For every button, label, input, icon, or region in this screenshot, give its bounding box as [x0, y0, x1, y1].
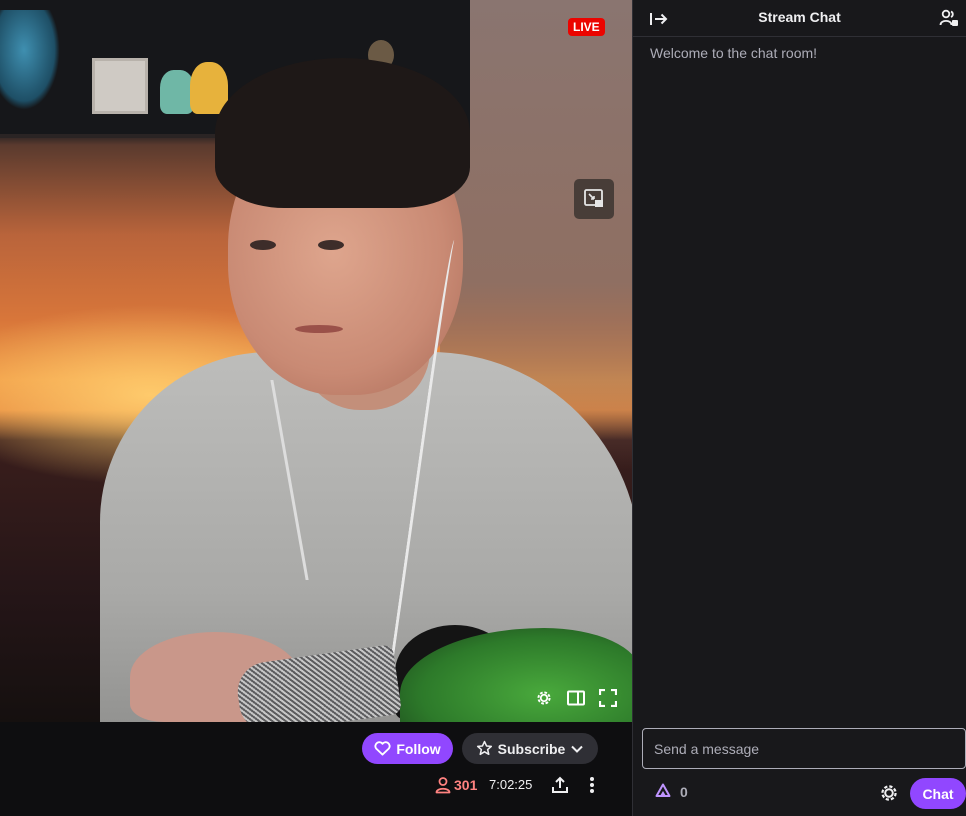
person-icon: [435, 777, 451, 794]
settings-icon: [881, 785, 897, 801]
viewer-count: 301: [434, 776, 477, 794]
fullscreen-button[interactable]: [598, 688, 618, 708]
channel-points-icon: [655, 783, 671, 797]
chat-welcome-message: Welcome to the chat room!: [650, 45, 818, 61]
settings-icon: [537, 691, 551, 705]
theatre-mode-icon: [567, 690, 585, 706]
video-player[interactable]: LIVE: [0, 0, 632, 722]
fullscreen-icon: [599, 689, 617, 707]
picture-in-picture-button[interactable]: [574, 179, 614, 219]
chat-title: Stream Chat: [758, 9, 841, 25]
theatre-mode-button[interactable]: [566, 688, 586, 708]
star-icon: [476, 740, 492, 756]
subscribe-button[interactable]: Subscribe: [462, 733, 598, 764]
follow-button[interactable]: Follow: [362, 733, 453, 764]
community-button[interactable]: [939, 8, 959, 28]
users-icon: [939, 9, 958, 26]
heart-icon: [374, 741, 391, 756]
picture-in-picture-icon: [584, 189, 603, 207]
chat-header: Stream Chat: [633, 0, 966, 37]
chat-send-button[interactable]: Chat: [910, 778, 966, 809]
subscribe-label: Subscribe: [497, 740, 566, 757]
streamer-video: [0, 0, 632, 722]
more-options-button[interactable]: [583, 775, 601, 795]
vertical-ellipsis-icon: [590, 777, 594, 793]
chat-message-input[interactable]: [642, 728, 966, 769]
stream-uptime: 7:02:25: [489, 777, 533, 792]
follow-label: Follow: [396, 740, 441, 757]
share-icon: [552, 776, 568, 793]
chat-settings-button[interactable]: [879, 783, 899, 803]
channel-points[interactable]: 0: [655, 783, 688, 801]
chat-panel: Stream Chat Welcome to the chat room! 0 …: [632, 0, 966, 816]
viewer-count-value: 301: [454, 777, 478, 793]
chevron-down-icon: [571, 745, 584, 753]
share-button[interactable]: [550, 775, 570, 795]
channel-points-value: 0: [680, 784, 688, 800]
player-settings-button[interactable]: [534, 688, 554, 708]
live-badge: LIVE: [568, 18, 605, 36]
